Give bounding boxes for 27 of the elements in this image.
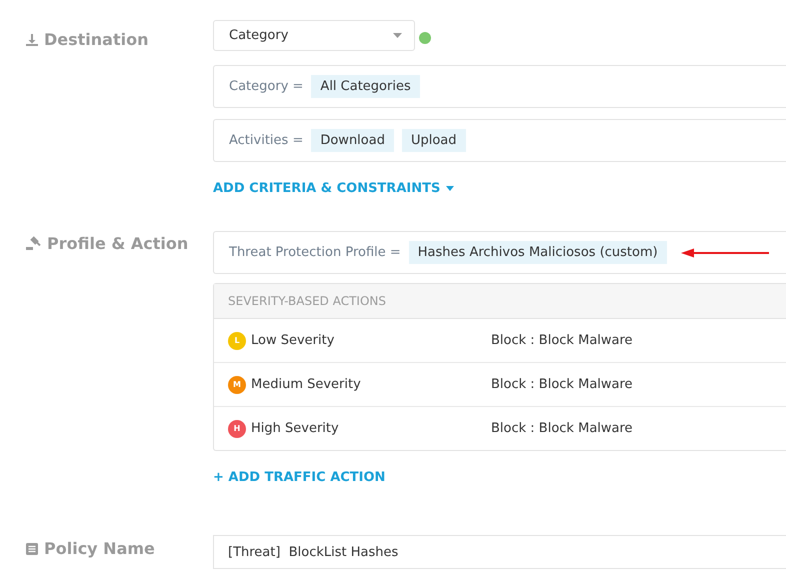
criteria-label: Threat Protection Profile =	[229, 245, 401, 260]
table-cell: Low Severity	[251, 333, 334, 348]
value-tag: Upload	[402, 129, 466, 152]
policy-name-field[interactable]: [Threat] BlockList Hashes	[213, 535, 786, 569]
table-cell: Block : Block Malware	[491, 333, 633, 348]
table-header: SEVERITY-BASED ACTIONS	[214, 284, 786, 319]
gavel-icon	[25, 236, 42, 251]
table-cell: Block : Block Malware	[491, 377, 633, 392]
severity-badge: H	[228, 420, 246, 438]
table-cell: Medium Severity	[251, 377, 361, 392]
value-tag: All Categories	[311, 75, 420, 98]
criteria-label: Category =	[229, 79, 304, 94]
section-label: Profile & Action	[47, 234, 188, 253]
severity-badge: M	[228, 376, 246, 394]
table-cell: Block : Block Malware	[491, 421, 633, 436]
criteria-label: Activities =	[229, 133, 304, 148]
document-icon	[25, 542, 39, 556]
category-dropdown[interactable]: Category	[213, 20, 415, 51]
download-icon	[25, 32, 39, 46]
severity-badge: L	[228, 332, 246, 350]
value-tag: Hashes Archivos Maliciosos (custom)	[408, 241, 667, 264]
caret-icon	[446, 186, 454, 191]
value-tag: Download	[311, 129, 394, 152]
table-cell: High Severity	[251, 421, 339, 436]
section-label: Policy Name	[44, 539, 155, 558]
caret-icon	[393, 33, 402, 38]
section-label: Destination	[44, 30, 148, 49]
